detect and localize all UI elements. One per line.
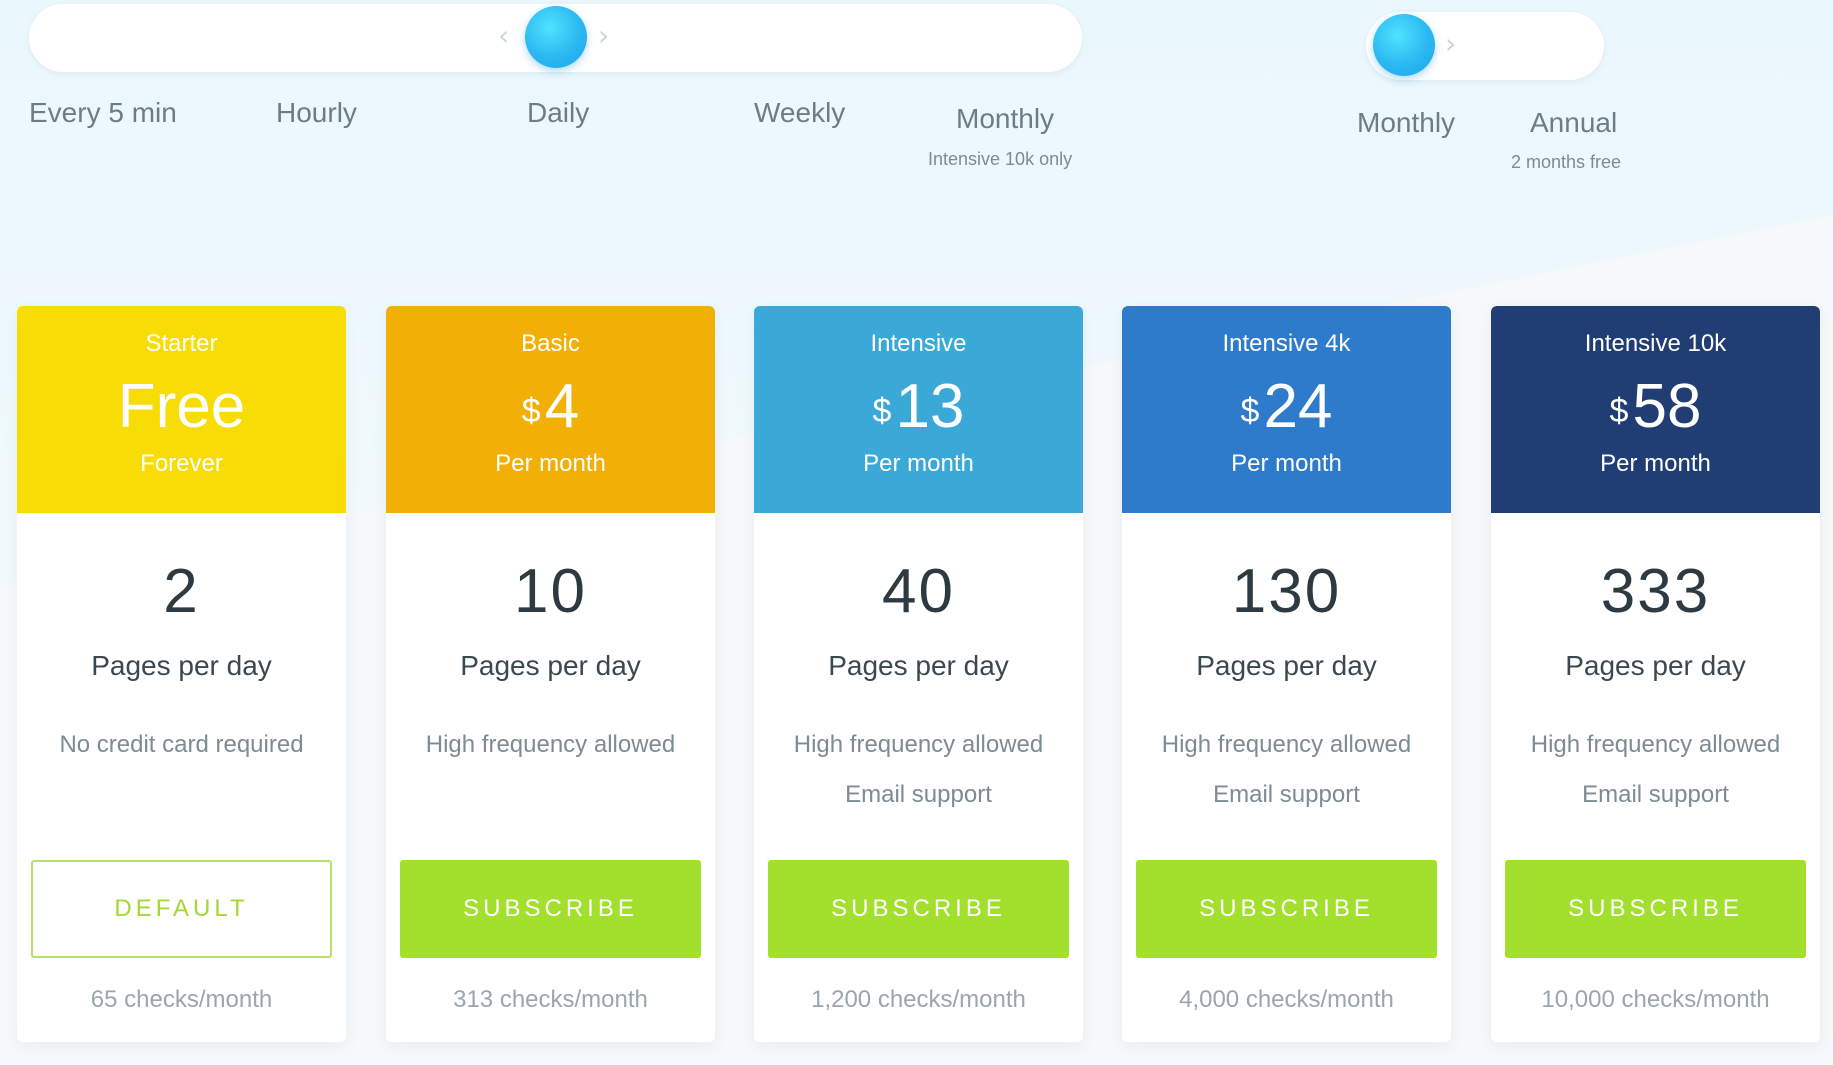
checks-per-month: 1,200 checks/month <box>811 986 1026 1013</box>
plan-card-header: Basic $4 Per month <box>386 306 715 513</box>
plan-period: Per month <box>1600 450 1711 477</box>
checks-per-month: 313 checks/month <box>453 986 648 1013</box>
pages-per-day-value: 130 <box>1231 557 1342 626</box>
plan-price-value: 24 <box>1263 372 1333 441</box>
frequency-option-daily[interactable]: Daily <box>527 97 589 129</box>
frequency-option-every-5-min[interactable]: Every 5 min <box>29 97 177 129</box>
pages-per-day-value: 40 <box>882 557 955 626</box>
billing-annual-note: 2 months free <box>1511 152 1622 172</box>
billing-option-monthly[interactable]: Monthly <box>1357 107 1455 139</box>
currency-symbol: $ <box>872 392 892 430</box>
pages-per-day-label: Pages per day <box>460 650 641 681</box>
plan-card-header: Intensive 4k $24 Per month <box>1122 306 1451 513</box>
plan-feature: High frequency allowed <box>1530 731 1781 758</box>
pages-per-day-label: Pages per day <box>1565 650 1746 681</box>
checks-per-month: 4,000 checks/month <box>1179 986 1394 1013</box>
currency-symbol: $ <box>521 392 541 430</box>
subscribe-button[interactable]: SUBSCRIBE <box>400 860 701 958</box>
plan-card-header: Intensive $13 Per month <box>754 306 1083 513</box>
frequency-slider-handle[interactable] <box>525 6 587 68</box>
plan-feature: Email support <box>845 781 992 808</box>
chevron-right-icon[interactable]: › <box>598 22 609 50</box>
plan-feature: No credit card required <box>59 731 304 758</box>
currency-symbol: $ <box>1609 392 1629 430</box>
plan-price-value: 58 <box>1632 372 1702 441</box>
plan-feature: High frequency allowed <box>425 731 676 758</box>
subscribe-button[interactable]: SUBSCRIBE <box>1505 860 1806 958</box>
plan-name: Starter <box>145 330 218 357</box>
plan-card-starter: Starter Free Forever 2 Pages per day No … <box>17 306 346 1042</box>
plan-period: Per month <box>1231 450 1342 477</box>
plan-period: Per month <box>863 450 974 477</box>
plan-price-value: Free <box>117 372 246 441</box>
plan-period: Per month <box>495 450 606 477</box>
pages-per-day-value: 10 <box>514 557 587 626</box>
pages-per-day-label: Pages per day <box>1196 650 1377 681</box>
plan-card-header: Intensive 10k $58 Per month <box>1491 306 1820 513</box>
plan-feature: Email support <box>1582 781 1729 808</box>
currency-symbol: $ <box>1240 392 1260 430</box>
plan-card-intensive-4k: Intensive 4k $24 Per month 130 Pages per… <box>1122 306 1451 1042</box>
plan-feature: Email support <box>1213 781 1360 808</box>
frequency-monthly-note: Intensive 10k only <box>928 149 1073 169</box>
pages-per-day-label: Pages per day <box>91 650 272 681</box>
plan-card-intensive-10k: Intensive 10k $58 Per month 333 Pages pe… <box>1491 306 1820 1042</box>
pages-per-day-value: 333 <box>1600 557 1711 626</box>
plan-name: Basic <box>521 330 580 357</box>
plan-price: $13 <box>754 372 1083 442</box>
plan-price-value: 4 <box>544 372 580 441</box>
plan-name: Intensive <box>870 330 967 357</box>
frequency-option-monthly[interactable]: Monthly <box>956 103 1054 135</box>
checks-per-month: 65 checks/month <box>90 986 273 1013</box>
plan-feature: High frequency allowed <box>793 731 1044 758</box>
frequency-option-weekly[interactable]: Weekly <box>754 97 845 129</box>
plan-feature: High frequency allowed <box>1161 731 1412 758</box>
plan-name: Intensive 10k <box>1584 330 1727 357</box>
billing-toggle-handle[interactable] <box>1373 14 1435 76</box>
plan-price: Free <box>17 372 346 442</box>
pages-per-day-value: 2 <box>163 557 200 626</box>
subscribe-button[interactable]: SUBSCRIBE <box>1136 860 1437 958</box>
plan-card-intensive: Intensive $13 Per month 40 Pages per day… <box>754 306 1083 1042</box>
frequency-option-hourly[interactable]: Hourly <box>276 97 357 129</box>
pages-per-day-label: Pages per day <box>828 650 1009 681</box>
plan-price: $24 <box>1122 372 1451 442</box>
chevron-left-icon[interactable]: ‹ <box>498 22 509 50</box>
default-button[interactable]: DEFAULT <box>31 860 332 958</box>
plan-period: Forever <box>140 450 223 477</box>
plan-price: $58 <box>1491 372 1820 442</box>
plan-card-basic: Basic $4 Per month 10 Pages per day High… <box>386 306 715 1042</box>
plan-price: $4 <box>386 372 715 442</box>
checks-per-month: 10,000 checks/month <box>1541 986 1770 1013</box>
billing-option-annual[interactable]: Annual <box>1530 107 1617 139</box>
plan-name: Intensive 4k <box>1222 330 1351 357</box>
plan-card-header: Starter Free Forever <box>17 306 346 513</box>
subscribe-button[interactable]: SUBSCRIBE <box>768 860 1069 958</box>
plan-price-value: 13 <box>895 372 965 441</box>
chevron-right-icon[interactable]: › <box>1445 30 1456 58</box>
